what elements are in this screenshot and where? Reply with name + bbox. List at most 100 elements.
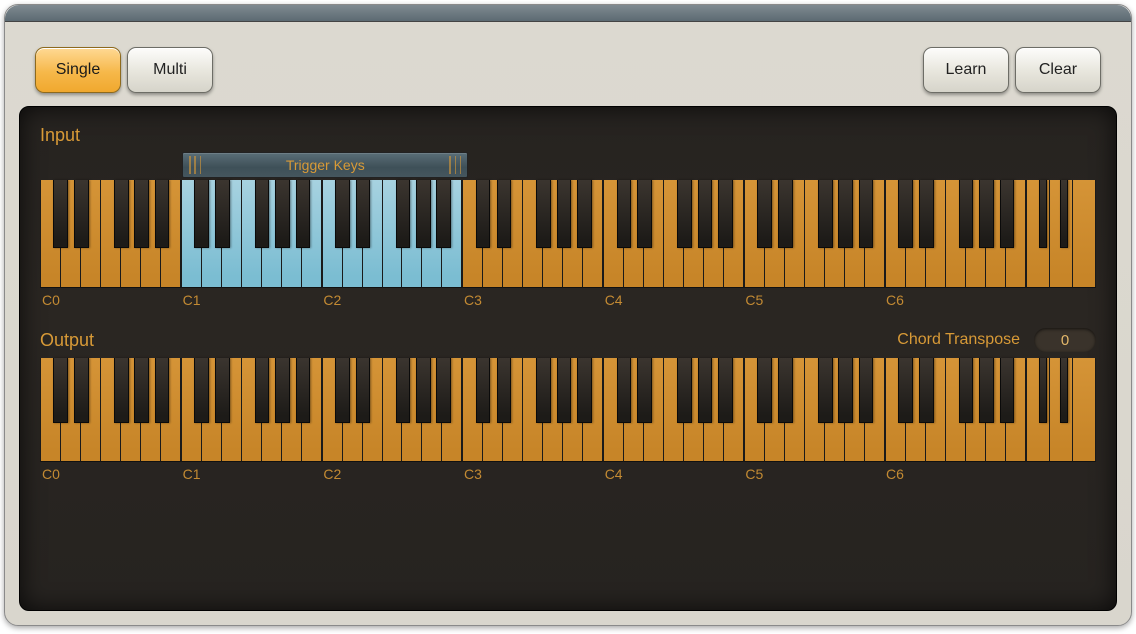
octave-label: C6 [884, 292, 1025, 314]
black-key[interactable] [677, 180, 692, 248]
black-key[interactable] [1000, 180, 1015, 248]
input-octave-labels: C0C1C2C3C4C5C6 [40, 292, 1096, 314]
black-key[interactable] [617, 180, 632, 248]
black-key[interactable] [1039, 180, 1047, 248]
octave-label: C2 [321, 466, 462, 488]
black-key[interactable] [416, 358, 431, 423]
black-key[interactable] [838, 180, 853, 248]
octave-label: C4 [603, 466, 744, 488]
black-key[interactable] [74, 180, 89, 248]
black-key[interactable] [698, 358, 713, 423]
black-key[interactable] [1060, 180, 1068, 248]
black-key[interactable] [898, 180, 913, 248]
black-key[interactable] [859, 180, 874, 248]
black-key[interactable] [718, 358, 733, 423]
black-key[interactable] [497, 358, 512, 423]
black-key[interactable] [134, 358, 149, 423]
black-key[interactable] [296, 180, 311, 248]
black-key[interactable] [335, 358, 350, 423]
octave-label: C0 [40, 292, 181, 314]
octave-label: C5 [743, 466, 884, 488]
black-key[interactable] [396, 358, 411, 423]
black-key[interactable] [778, 358, 793, 423]
clear-button[interactable]: Clear [1015, 47, 1101, 93]
black-key[interactable] [53, 180, 68, 248]
black-key[interactable] [134, 180, 149, 248]
trigger-handle-track: Trigger Keys [40, 152, 1096, 176]
black-key[interactable] [859, 358, 874, 423]
black-key[interactable] [215, 180, 230, 248]
black-key[interactable] [536, 358, 551, 423]
black-key[interactable] [335, 180, 350, 248]
chord-transpose-row: Chord Transpose 0 [897, 328, 1096, 352]
black-key[interactable] [255, 358, 270, 423]
black-key[interactable] [838, 358, 853, 423]
black-key[interactable] [979, 180, 994, 248]
black-key[interactable] [396, 180, 411, 248]
chord-transpose-value[interactable]: 0 [1034, 328, 1096, 352]
action-button-group: Learn Clear [923, 47, 1101, 93]
black-key[interactable] [698, 180, 713, 248]
black-key[interactable] [155, 180, 170, 248]
black-key[interactable] [979, 358, 994, 423]
black-key[interactable] [919, 180, 934, 248]
black-key[interactable] [818, 180, 833, 248]
black-key[interactable] [497, 180, 512, 248]
black-key[interactable] [255, 180, 270, 248]
black-key[interactable] [778, 180, 793, 248]
learn-button[interactable]: Learn [923, 47, 1009, 93]
black-key[interactable] [818, 358, 833, 423]
main-panel: Input Trigger Keys C0C1C2C3C4C5C6 Output… [19, 106, 1117, 611]
black-key[interactable] [296, 358, 311, 423]
black-key[interactable] [436, 358, 451, 423]
black-key[interactable] [114, 358, 129, 423]
input-keyboard[interactable] [40, 180, 1096, 288]
black-key[interactable] [155, 358, 170, 423]
black-key[interactable] [1060, 358, 1068, 423]
black-key[interactable] [114, 180, 129, 248]
mode-single-button[interactable]: Single [35, 47, 121, 93]
black-key[interactable] [194, 180, 209, 248]
white-key[interactable] [1073, 358, 1096, 462]
black-key[interactable] [275, 180, 290, 248]
black-key[interactable] [577, 358, 592, 423]
title-bar[interactable] [5, 5, 1131, 22]
black-key[interactable] [194, 358, 209, 423]
black-key[interactable] [557, 180, 572, 248]
black-key[interactable] [577, 180, 592, 248]
white-key[interactable] [1073, 180, 1096, 288]
black-key[interactable] [536, 180, 551, 248]
black-key[interactable] [275, 358, 290, 423]
black-key[interactable] [617, 358, 632, 423]
black-key[interactable] [959, 180, 974, 248]
black-key[interactable] [898, 358, 913, 423]
output-keyboard[interactable] [40, 358, 1096, 462]
black-key[interactable] [637, 180, 652, 248]
black-key[interactable] [637, 358, 652, 423]
trigger-range-right-grip-icon[interactable] [449, 156, 461, 174]
trigger-range-left-grip-icon[interactable] [189, 156, 201, 174]
black-key[interactable] [557, 358, 572, 423]
black-key[interactable] [959, 358, 974, 423]
octave-label: C5 [743, 292, 884, 314]
black-key[interactable] [356, 180, 371, 248]
black-key[interactable] [74, 358, 89, 423]
octave-label: C3 [462, 466, 603, 488]
black-key[interactable] [53, 358, 68, 423]
black-key[interactable] [476, 180, 491, 248]
black-key[interactable] [416, 180, 431, 248]
mode-multi-button[interactable]: Multi [127, 47, 213, 93]
black-key[interactable] [919, 358, 934, 423]
trigger-keys-range-handle[interactable]: Trigger Keys [182, 152, 468, 178]
black-key[interactable] [356, 358, 371, 423]
black-key[interactable] [757, 180, 772, 248]
black-key[interactable] [718, 180, 733, 248]
black-key[interactable] [476, 358, 491, 423]
black-key[interactable] [677, 358, 692, 423]
black-key[interactable] [436, 180, 451, 248]
black-key[interactable] [757, 358, 772, 423]
black-key[interactable] [1039, 358, 1047, 423]
toolbar: Single Multi Learn Clear [5, 34, 1131, 106]
black-key[interactable] [215, 358, 230, 423]
black-key[interactable] [1000, 358, 1015, 423]
